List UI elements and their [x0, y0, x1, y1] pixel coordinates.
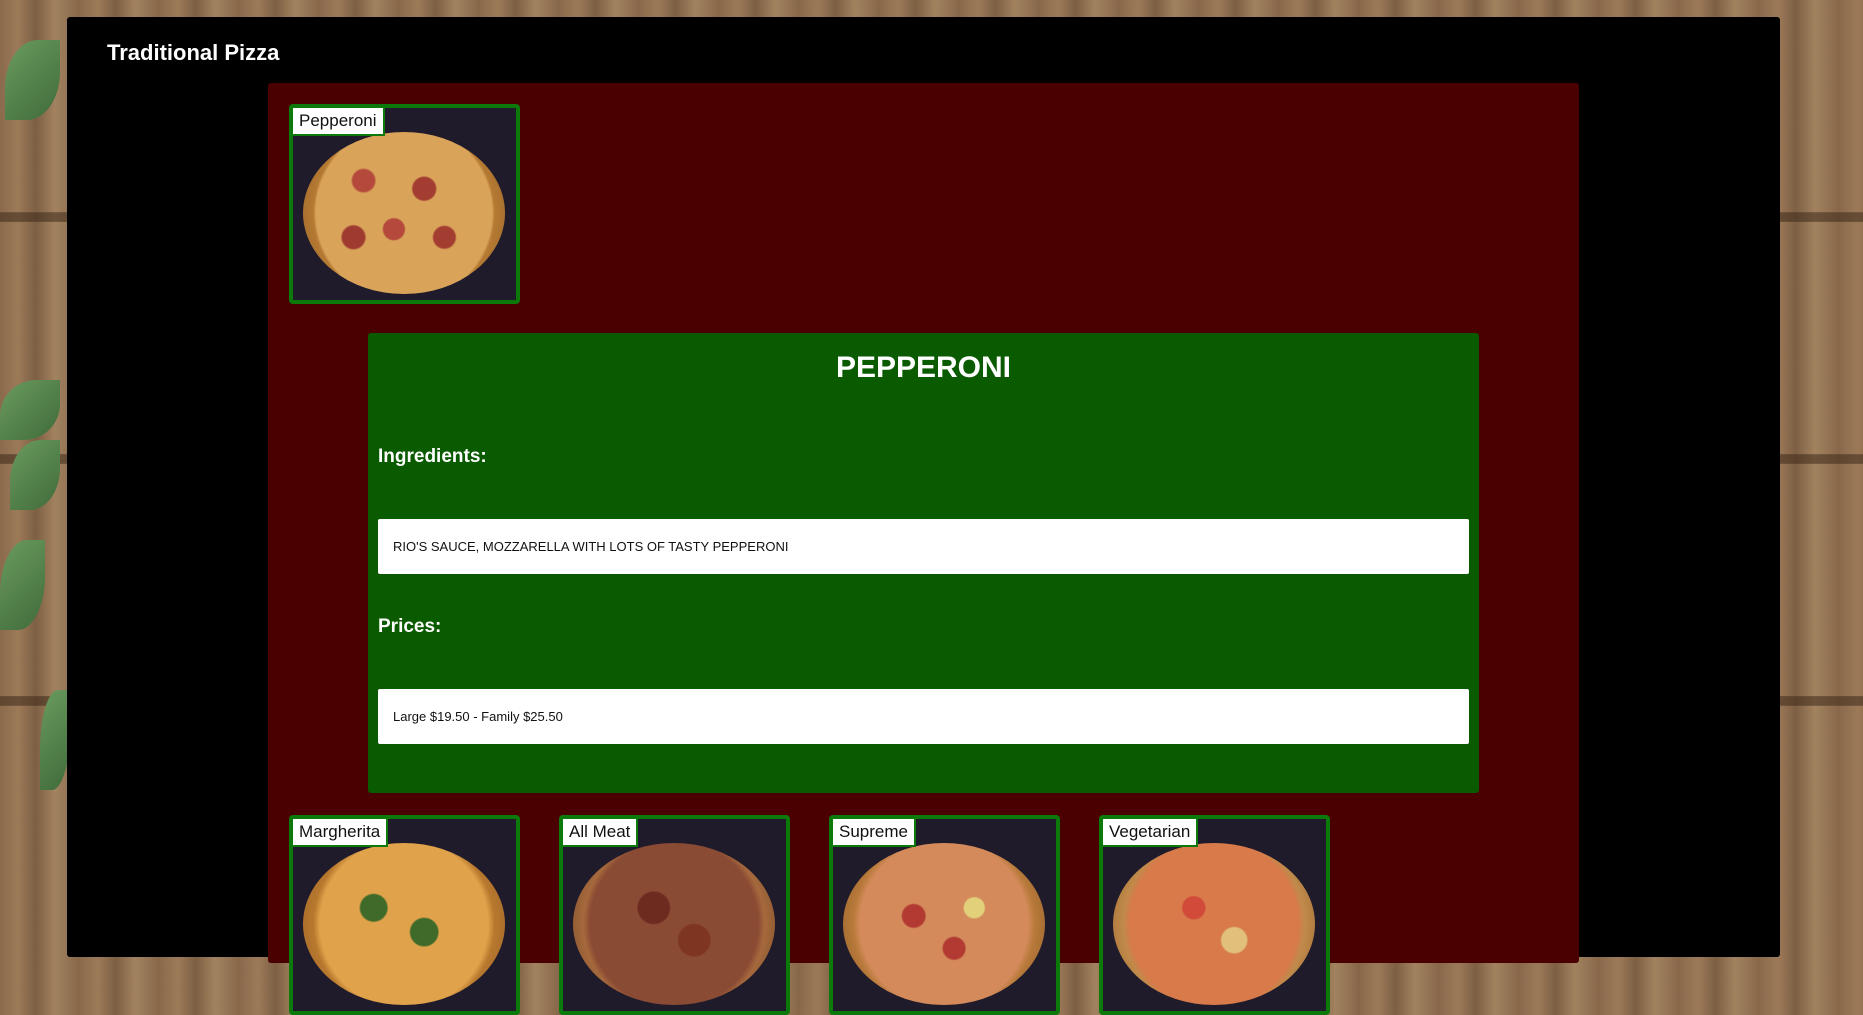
pizza-card-supreme[interactable]: Supreme	[829, 815, 1060, 1015]
pizza-detail-panel: PEPPERONI Ingredients: RIO'S SAUCE, MOZZ…	[368, 333, 1479, 793]
decorative-leaf	[0, 540, 45, 630]
pizza-card-margherita[interactable]: Margherita	[289, 815, 520, 1015]
pizza-card-label: Pepperoni	[293, 108, 385, 136]
decorative-leaf	[10, 440, 60, 510]
pizza-card-label: All Meat	[563, 819, 639, 847]
ingredients-text: RIO'S SAUCE, MOZZARELLA WITH LOTS OF TAS…	[378, 519, 1469, 574]
pizza-image	[843, 843, 1045, 1005]
pizza-card-label: Vegetarian	[1103, 819, 1199, 847]
ingredients-heading: Ingredients:	[378, 446, 487, 467]
decorative-leaf	[40, 690, 70, 790]
decorative-leaf	[0, 380, 60, 440]
pizza-card-label: Margherita	[293, 819, 389, 847]
pizza-card-pepperoni[interactable]: Pepperoni	[289, 104, 520, 304]
prices-text: Large $19.50 - Family $25.50	[378, 689, 1469, 744]
pizza-image	[303, 132, 505, 294]
pizza-card-label: Supreme	[833, 819, 916, 847]
pizza-detail-title: PEPPERONI	[835, 351, 1012, 384]
pizza-card-vegetarian[interactable]: Vegetarian	[1099, 815, 1330, 1015]
pizza-image	[303, 843, 505, 1005]
decorative-leaf	[5, 40, 60, 120]
pizza-image	[1113, 843, 1315, 1005]
page-title: Traditional Pizza	[107, 40, 280, 65]
pizza-image	[573, 843, 775, 1005]
pizza-card-all-meat[interactable]: All Meat	[559, 815, 790, 1015]
prices-heading: Prices:	[378, 616, 442, 637]
